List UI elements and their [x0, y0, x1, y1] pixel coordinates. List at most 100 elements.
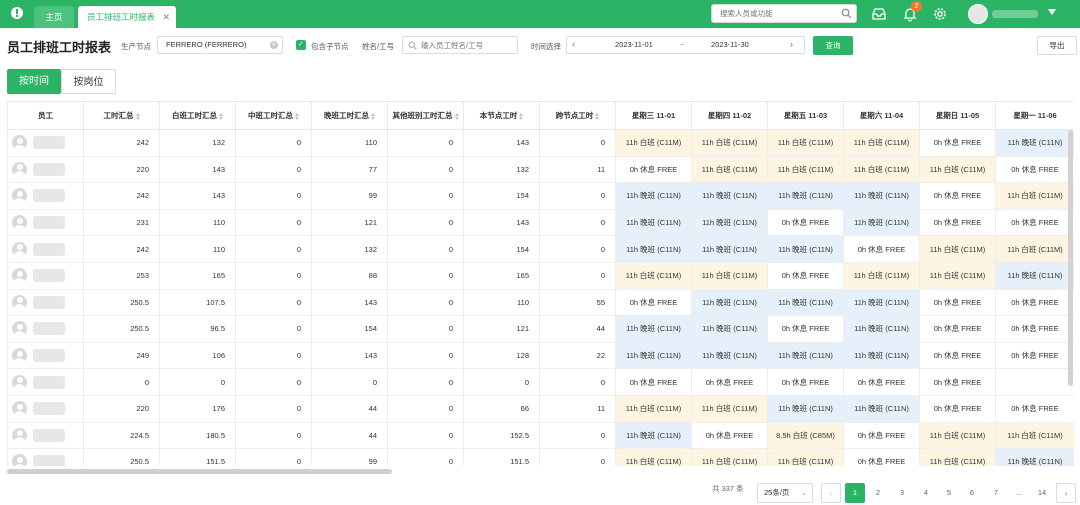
date-start[interactable]: 2023-11-01: [615, 40, 653, 49]
shift-cell[interactable]: 11h 白班 (C11M): [919, 155, 996, 184]
table-row[interactable]: 242 143 0 99 0 154 0 11h 晚班 (C11N) 11h 晚班 (C11N)…: [7, 182, 1074, 210]
shift-cell[interactable]: 11h 白班 (C11M): [843, 129, 920, 157]
shift-cell[interactable]: 11h 白班 (C11M): [691, 129, 768, 157]
page-number[interactable]: 3: [892, 483, 912, 503]
table-row[interactable]: 250.5 96.5 0 154 0 121 44 11h 晚班 (C11N) 11h 晚班 (…: [7, 315, 1074, 343]
shift-cell[interactable]: 0h 休息 FREE: [995, 155, 1074, 184]
shift-cell[interactable]: 11h 晚班 (C11N): [615, 208, 692, 237]
column-header[interactable]: 白班工时汇总: [159, 101, 236, 130]
shift-cell[interactable]: 0h 休息 FREE: [919, 129, 996, 157]
shift-cell[interactable]: 11h 晚班 (C11N): [767, 341, 844, 370]
shift-cell[interactable]: 0h 休息 FREE: [919, 208, 996, 237]
shift-cell[interactable]: 0h 休息 FREE: [919, 368, 996, 396]
sort-icon[interactable]: [219, 112, 223, 120]
next-page-button[interactable]: ›: [1056, 483, 1076, 503]
shift-cell[interactable]: 11h 晚班 (C11N): [615, 341, 692, 370]
shift-cell[interactable]: 0h 休息 FREE: [615, 155, 692, 184]
page-number[interactable]: 2: [868, 483, 888, 503]
shift-cell[interactable]: 0h 休息 FREE: [995, 288, 1074, 317]
shift-cell[interactable]: 11h 白班 (C11M): [995, 235, 1074, 263]
table-row[interactable]: 249 106 0 143 0 128 22 11h 晚班 (C11N) 11h 晚班 (C11…: [7, 341, 1074, 370]
shift-cell[interactable]: 0h 休息 FREE: [843, 448, 920, 466]
shift-cell[interactable]: 11h 晚班 (C11N): [843, 288, 920, 317]
shift-cell[interactable]: 11h 晚班 (C11N): [843, 341, 920, 370]
shift-cell[interactable]: 0h 休息 FREE: [995, 394, 1074, 423]
employee-cell[interactable]: [7, 394, 84, 423]
shift-cell[interactable]: 11h 白班 (C11M): [767, 155, 844, 184]
page-number[interactable]: 6: [962, 483, 982, 503]
shift-cell[interactable]: 11h 晚班 (C11N): [767, 394, 844, 423]
search-icon[interactable]: [841, 8, 852, 19]
global-search-input[interactable]: [720, 5, 840, 22]
table-row[interactable]: 220 176 0 44 0 66 11 11h 白班 (C11M) 11h 白班 (C11M)…: [7, 394, 1074, 423]
date-range-picker[interactable]: ‹ 2023-11-01 ~ 2023-11-30 ›: [566, 36, 805, 54]
page-ellipsis[interactable]: ...: [1009, 483, 1029, 503]
shift-cell[interactable]: 11h 白班 (C11M): [615, 394, 692, 423]
shift-cell[interactable]: 0h 休息 FREE: [995, 341, 1074, 370]
shift-cell[interactable]: 0h 休息 FREE: [615, 368, 692, 396]
employee-cell[interactable]: [7, 129, 84, 157]
shift-cell[interactable]: 0h 休息 FREE: [843, 421, 920, 450]
column-header[interactable]: 跨节点工时: [539, 101, 616, 130]
shift-cell[interactable]: 11h 白班 (C11M): [767, 448, 844, 466]
include-children-label[interactable]: 包含子节点: [311, 41, 349, 52]
table-row[interactable]: 250.5 151.5 0 99 0 151.5 0 11h 白班 (C11M) 11h 白班 …: [7, 448, 1074, 466]
shift-cell[interactable]: [995, 368, 1074, 396]
close-icon[interactable]: ✕: [162, 6, 170, 28]
column-header[interactable]: 中班工时汇总: [235, 101, 312, 130]
page-number[interactable]: 14: [1032, 483, 1052, 503]
shift-cell[interactable]: 0h 休息 FREE: [691, 421, 768, 450]
query-button[interactable]: 查询: [813, 36, 853, 55]
shift-cell[interactable]: 0h 休息 FREE: [843, 368, 920, 396]
shift-cell[interactable]: 11h 晚班 (C11N): [615, 182, 692, 210]
shift-cell[interactable]: 11h 晚班 (C11N): [691, 288, 768, 317]
shift-cell[interactable]: 11h 晚班 (C11N): [615, 421, 692, 450]
shift-cell[interactable]: 0h 休息 FREE: [919, 182, 996, 210]
shift-cell[interactable]: 11h 晚班 (C11N): [767, 235, 844, 263]
shift-cell[interactable]: 11h 晚班 (C11N): [843, 182, 920, 210]
shift-cell[interactable]: 11h 白班 (C11M): [615, 261, 692, 290]
global-search[interactable]: [711, 4, 857, 23]
chevron-left-icon[interactable]: ‹: [572, 39, 575, 49]
sort-icon[interactable]: [371, 112, 375, 120]
shift-cell[interactable]: 0h 休息 FREE: [767, 368, 844, 396]
table-row[interactable]: 250.5 107.5 0 143 0 110 55 0h 休息 FREE 11h 晚班 (C1…: [7, 288, 1074, 317]
shift-cell[interactable]: 11h 白班 (C11M): [691, 155, 768, 184]
shift-cell[interactable]: 11h 白班 (C11M): [995, 421, 1074, 450]
clear-icon[interactable]: ✕: [270, 41, 278, 49]
sort-icon[interactable]: [135, 112, 140, 120]
vertical-scrollbar[interactable]: [1068, 130, 1073, 386]
employee-cell[interactable]: [7, 182, 84, 210]
shift-cell[interactable]: 11h 晚班 (C11N): [691, 182, 768, 210]
employee-cell[interactable]: [7, 288, 84, 317]
shift-cell[interactable]: 11h 白班 (C11M): [843, 261, 920, 290]
shift-cell[interactable]: 11h 白班 (C11M): [691, 448, 768, 466]
table-row[interactable]: 231 110 0 121 0 143 0 11h 晚班 (C11N) 11h 晚班 (C11N…: [7, 208, 1074, 237]
shift-cell[interactable]: 0h 休息 FREE: [919, 341, 996, 370]
shift-cell[interactable]: 11h 白班 (C11M): [691, 261, 768, 290]
table-row[interactable]: 224.5 180.5 0 44 0 152.5 0 11h 晚班 (C11N) 0h 休息 F…: [7, 421, 1074, 450]
tab-by-position[interactable]: 按岗位: [61, 69, 116, 94]
shift-cell[interactable]: 0h 休息 FREE: [767, 315, 844, 343]
shift-cell[interactable]: 0h 休息 FREE: [615, 288, 692, 317]
table-row[interactable]: 253 165 0 88 0 165 0 11h 白班 (C11M) 11h 白班 (C11M)…: [7, 261, 1074, 290]
page-number[interactable]: 4: [916, 483, 936, 503]
shift-cell[interactable]: 0h 休息 FREE: [691, 368, 768, 396]
chevron-right-icon[interactable]: ›: [790, 39, 793, 49]
shift-cell[interactable]: 11h 晚班 (C11N): [767, 182, 844, 210]
page-size-select[interactable]: 25条/页 ⌄: [757, 483, 813, 503]
user-name-redacted[interactable]: [992, 10, 1038, 18]
shift-cell[interactable]: 11h 白班 (C11M): [919, 421, 996, 450]
sort-icon[interactable]: [295, 112, 299, 120]
shift-cell[interactable]: 11h 晚班 (C11N): [843, 315, 920, 343]
inbox-icon[interactable]: [871, 6, 887, 22]
shift-cell[interactable]: 11h 晚班 (C11N): [691, 208, 768, 237]
shift-cell[interactable]: 0h 休息 FREE: [767, 261, 844, 290]
tab-shift-report[interactable]: 员工排班工时报表 ✕: [78, 6, 176, 28]
table-row[interactable]: 242 110 0 132 0 154 0 11h 晚班 (C11N) 11h 晚班 (C11N…: [7, 235, 1074, 263]
include-children-checkbox[interactable]: ✓: [296, 40, 306, 50]
table-row[interactable]: 0 0 0 0 0 0 0 0h 休息 FREE 0h 休息 FREE 0h 休息 FREE 0h …: [7, 368, 1074, 396]
shift-cell[interactable]: 11h 白班 (C11M): [615, 129, 692, 157]
column-header[interactable]: 工时汇总: [83, 101, 160, 130]
employee-cell[interactable]: [7, 368, 84, 396]
